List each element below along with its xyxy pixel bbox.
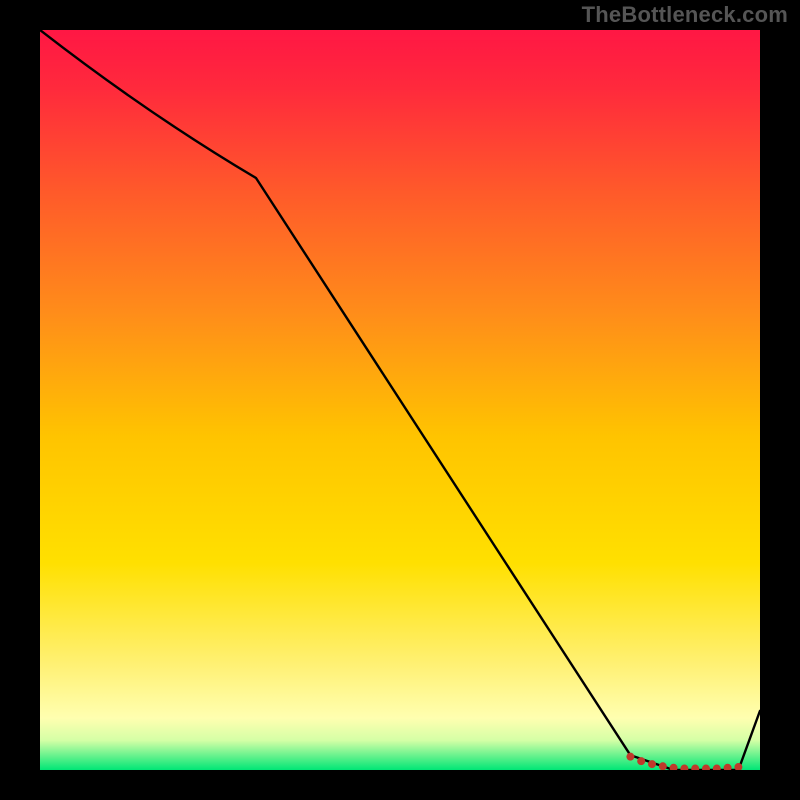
chart-marker [637,757,645,765]
chart-marker [648,760,656,768]
chart-svg [40,30,760,770]
chart-plot-area [40,30,760,770]
chart-frame: TheBottleneck.com [0,0,800,800]
chart-marker [626,753,634,761]
chart-marker [659,762,667,770]
watermark-text: TheBottleneck.com [582,2,788,28]
